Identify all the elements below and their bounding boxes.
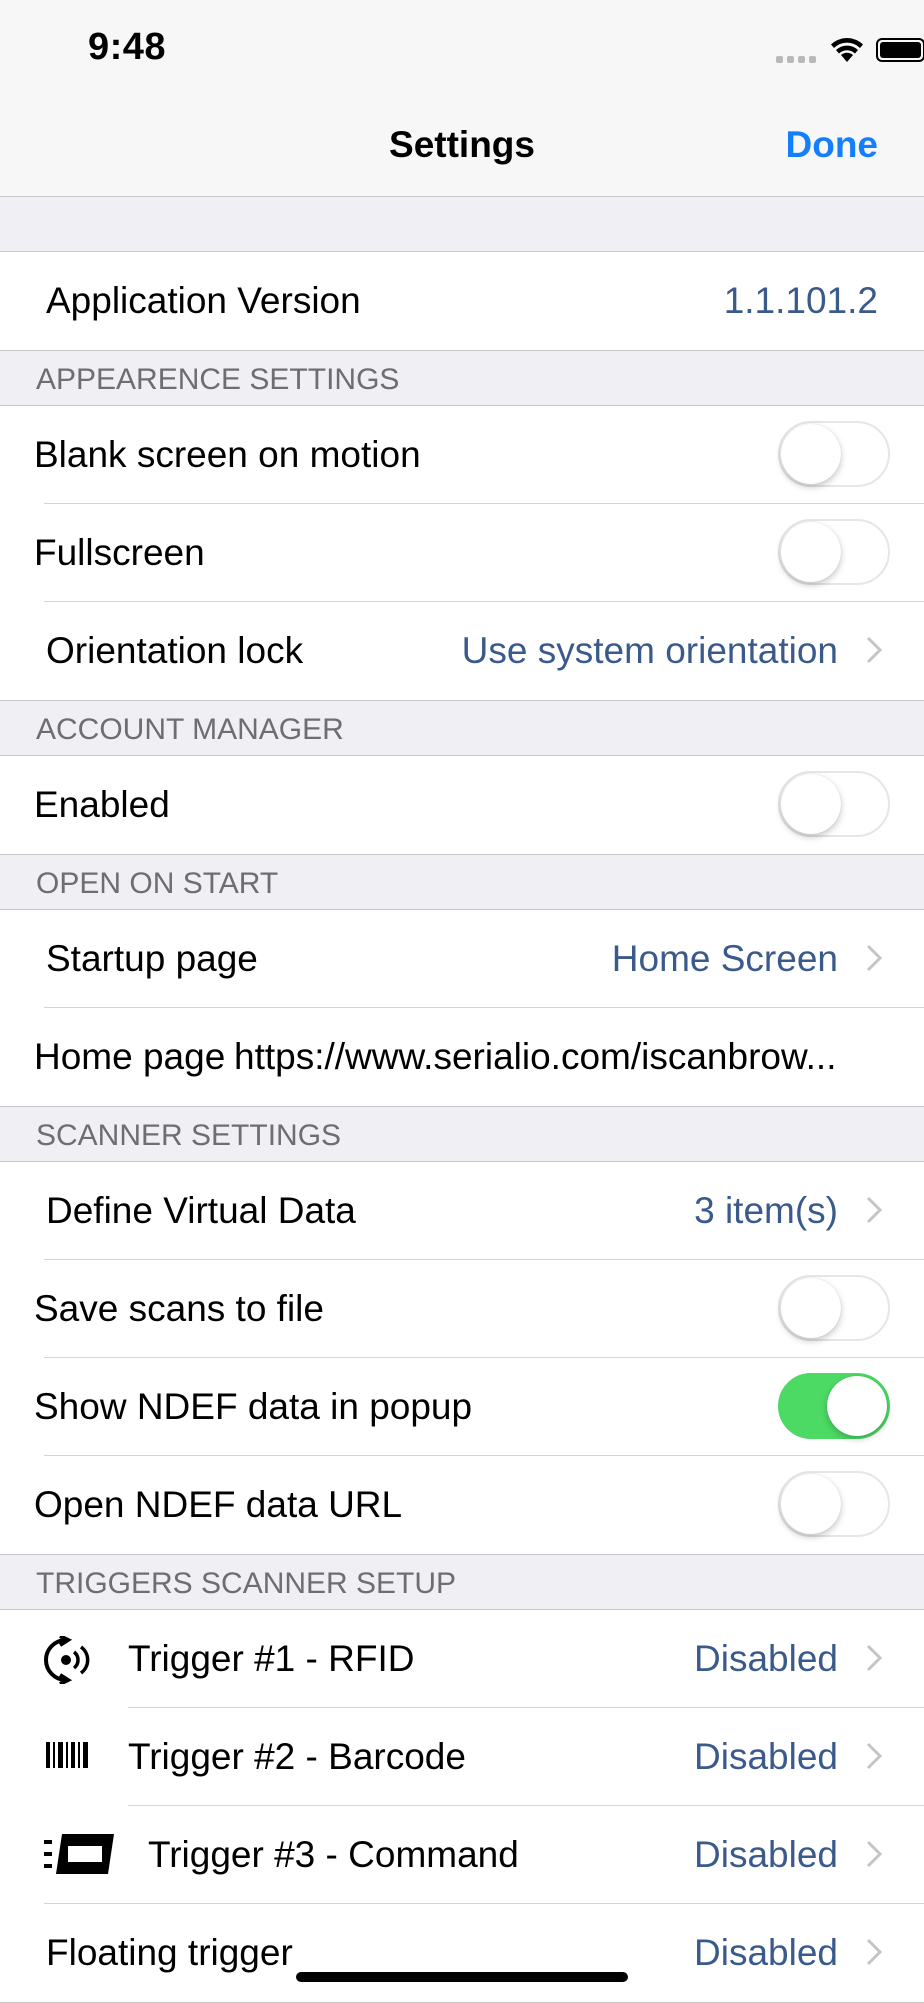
scanner-settings-header: SCANNER SETTINGS — [0, 1107, 924, 1161]
fullscreen-label: Fullscreen — [34, 532, 205, 573]
trigger-2-value: Disabled — [694, 1736, 838, 1777]
trigger-2-row[interactable]: Trigger #2 - Barcode Disabled — [0, 1708, 924, 1806]
trigger-3-row[interactable]: Trigger #3 - Command Disabled — [0, 1806, 924, 1904]
home-page-url-field[interactable]: https://www.serialio.com/iscanbrow... — [234, 1008, 837, 1106]
chevron-right-icon — [866, 1938, 882, 1966]
floating-trigger-value: Disabled — [694, 1932, 838, 1973]
open-ndef-row: Open NDEF data URL — [0, 1456, 924, 1555]
fullscreen-toggle[interactable] — [778, 519, 890, 585]
appearance-settings-header: APPEARENCE SETTINGS — [0, 351, 924, 405]
account-enabled-toggle[interactable] — [778, 771, 890, 837]
virtual-data-label: Define Virtual Data — [46, 1190, 356, 1231]
application-version-row: Application Version 1.1.101.2 — [0, 251, 924, 351]
trigger-1-value: Disabled — [694, 1638, 838, 1679]
save-scans-toggle[interactable] — [778, 1275, 890, 1341]
orientation-lock-row[interactable]: Orientation lock Use system orientation — [0, 602, 924, 701]
command-icon — [44, 1834, 114, 1874]
wifi-icon — [831, 38, 863, 62]
chevron-right-icon — [866, 636, 882, 664]
trigger-2-label: Trigger #2 - Barcode — [128, 1736, 466, 1777]
virtual-data-row[interactable]: Define Virtual Data 3 item(s) — [0, 1161, 924, 1260]
home-page-label: Home page — [34, 1036, 226, 1077]
navigation-bar: Settings Done — [0, 100, 924, 197]
trigger-3-value: Disabled — [694, 1834, 838, 1875]
trigger-1-label: Trigger #1 - RFID — [128, 1638, 415, 1679]
account-manager-header: ACCOUNT MANAGER — [0, 701, 924, 755]
chevron-right-icon — [866, 1840, 882, 1868]
top-spacer — [0, 197, 924, 251]
fullscreen-row: Fullscreen — [0, 504, 924, 602]
triggers-scanner-setup-header: TRIGGERS SCANNER SETUP — [0, 1555, 924, 1609]
chevron-right-icon — [866, 944, 882, 972]
trigger-3-label: Trigger #3 - Command — [148, 1834, 519, 1875]
status-time: 9:48 — [88, 26, 167, 68]
application-version-label: Application Version — [46, 280, 361, 321]
settings-list: Application Version 1.1.101.2 APPEARENCE… — [0, 197, 924, 2003]
orientation-lock-value: Use system orientation — [461, 630, 838, 671]
show-ndef-label: Show NDEF data in popup — [34, 1386, 473, 1427]
home-indicator — [296, 1972, 628, 1982]
account-enabled-row: Enabled — [0, 755, 924, 855]
blank-screen-label: Blank screen on motion — [34, 434, 421, 475]
chevron-right-icon — [866, 1196, 882, 1224]
cellular-signal-icon — [776, 56, 816, 63]
orientation-lock-label: Orientation lock — [46, 630, 304, 671]
blank-screen-row: Blank screen on motion — [0, 405, 924, 504]
done-button[interactable]: Done — [786, 124, 879, 166]
battery-icon — [876, 38, 924, 62]
account-enabled-label: Enabled — [34, 784, 170, 825]
virtual-data-value: 3 item(s) — [694, 1190, 838, 1231]
startup-page-value: Home Screen — [611, 938, 838, 979]
save-scans-label: Save scans to file — [34, 1288, 324, 1329]
startup-page-row[interactable]: Startup page Home Screen — [0, 909, 924, 1008]
show-ndef-row: Show NDEF data in popup — [0, 1358, 924, 1456]
chevron-right-icon — [866, 1644, 882, 1672]
application-version-value: 1.1.101.2 — [723, 280, 878, 321]
show-ndef-toggle[interactable] — [778, 1373, 890, 1439]
floating-trigger-label: Floating trigger — [46, 1932, 293, 1973]
floating-trigger-row[interactable]: Floating trigger Disabled — [0, 1904, 924, 2003]
trigger-1-row[interactable]: Trigger #1 - RFID Disabled — [0, 1609, 924, 1708]
open-ndef-toggle[interactable] — [778, 1471, 890, 1537]
home-page-row: Home page https://www.serialio.com/iscan… — [0, 1008, 924, 1107]
barcode-icon — [46, 1742, 88, 1768]
rfid-icon — [44, 1636, 90, 1684]
startup-page-label: Startup page — [46, 938, 258, 979]
save-scans-row: Save scans to file — [0, 1260, 924, 1358]
chevron-right-icon — [866, 1742, 882, 1770]
blank-screen-toggle[interactable] — [778, 421, 890, 487]
open-ndef-label: Open NDEF data URL — [34, 1484, 403, 1525]
open-on-start-header: OPEN ON START — [0, 855, 924, 909]
status-bar: 9:48 — [0, 0, 924, 100]
